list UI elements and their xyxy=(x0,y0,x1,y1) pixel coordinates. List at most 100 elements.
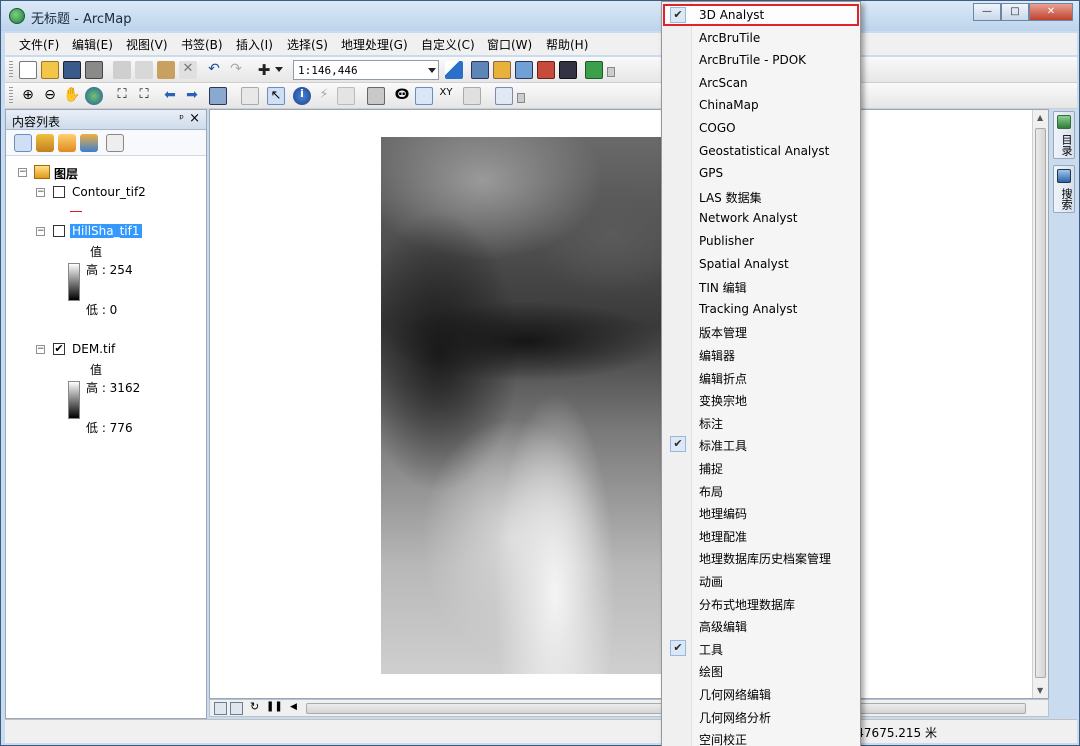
identify-icon[interactable]: i xyxy=(293,87,311,105)
map-display[interactable]: ▲ ▼ xyxy=(209,109,1049,699)
layers-root-label[interactable]: 图层 xyxy=(54,165,78,182)
list-by-selection-icon[interactable] xyxy=(80,134,98,152)
hillshade-color-ramp[interactable] xyxy=(68,263,80,301)
data-view-icon[interactable] xyxy=(214,702,227,715)
delete-icon[interactable]: ✕ xyxy=(179,61,197,79)
list-by-source-icon[interactable] xyxy=(36,134,54,152)
pan-hand-icon[interactable]: ✋ xyxy=(63,87,81,105)
toolbar-options-icon[interactable] xyxy=(517,93,525,103)
pin-icon[interactable]: ᵖ xyxy=(179,112,184,125)
search-dock-tab[interactable]: 搜索 xyxy=(1053,165,1075,213)
layout-view-icon[interactable] xyxy=(230,702,243,715)
menu-item-toolbar[interactable]: ✔ 工具 xyxy=(663,637,859,659)
menu-item-toolbar[interactable]: 高级编辑 xyxy=(663,614,859,636)
menu-item-toolbar[interactable]: 绘图 xyxy=(663,659,859,681)
list-by-visibility-icon[interactable] xyxy=(58,134,76,152)
menu-item-toolbar[interactable]: TIN 编辑 xyxy=(663,275,859,297)
find-binoculars-icon[interactable]: Ꙫ xyxy=(393,87,411,105)
layer-name-contour[interactable]: Contour_tif2 xyxy=(72,185,146,199)
menu-file[interactable]: 文件(F) xyxy=(19,36,59,53)
dem-color-ramp[interactable] xyxy=(68,381,80,419)
dem-raster-image[interactable] xyxy=(381,137,671,674)
toolbar-grip[interactable] xyxy=(9,87,13,105)
toolbar-grip[interactable] xyxy=(9,61,13,79)
fixed-zoom-in-icon[interactable]: ⛶ xyxy=(113,87,131,105)
layer-name-hillshade[interactable]: HillSha_tif1 xyxy=(70,224,142,238)
menu-item-toolbar[interactable]: 空间校正 xyxy=(663,727,859,746)
map-vertical-scrollbar[interactable]: ▲ ▼ xyxy=(1032,110,1048,698)
contour-line-symbol[interactable] xyxy=(70,211,82,212)
vertical-scroll-thumb[interactable] xyxy=(1035,128,1046,678)
menu-item-toolbar[interactable]: ✔ 3D Analyst xyxy=(663,4,859,26)
scroll-down-icon[interactable]: ▼ xyxy=(1037,686,1043,695)
search-window-icon[interactable] xyxy=(515,61,533,79)
menu-item-toolbar[interactable]: Geostatistical Analyst xyxy=(663,140,859,162)
add-data-icon[interactable]: ✚ xyxy=(255,61,273,79)
menu-item-toolbar[interactable]: 动画 xyxy=(663,569,859,591)
menu-geoprocessing[interactable]: 地理处理(G) xyxy=(341,36,408,53)
add-data-dropdown-icon[interactable] xyxy=(275,67,283,72)
menu-item-toolbar[interactable]: GPS xyxy=(663,162,859,184)
zoom-out-icon[interactable]: ⊖ xyxy=(41,87,59,105)
menu-customize[interactable]: 自定义(C) xyxy=(421,36,475,53)
menu-help[interactable]: 帮助(H) xyxy=(546,36,588,53)
print-icon[interactable] xyxy=(85,61,103,79)
collapse-hillshade-toggle[interactable]: − xyxy=(36,227,45,236)
menu-item-toolbar[interactable]: 变换宗地 xyxy=(663,388,859,410)
collapse-layers-toggle[interactable]: − xyxy=(18,168,27,177)
catalog-dock-tab[interactable]: 目录 xyxy=(1053,111,1075,159)
menu-item-toolbar[interactable]: Tracking Analyst xyxy=(663,298,859,320)
catalog-icon[interactable] xyxy=(493,61,511,79)
menu-item-toolbar[interactable]: 布局 xyxy=(663,479,859,501)
open-folder-icon[interactable] xyxy=(41,61,59,79)
python-window-icon[interactable] xyxy=(559,61,577,79)
collapse-contour-toggle[interactable]: − xyxy=(36,188,45,197)
go-to-xy-icon[interactable]: XY xyxy=(437,87,455,105)
menu-selection[interactable]: 选择(S) xyxy=(287,36,328,53)
menu-edit[interactable]: 编辑(E) xyxy=(72,36,113,53)
cut-icon[interactable] xyxy=(113,61,131,79)
save-icon[interactable] xyxy=(63,61,81,79)
find-route-icon[interactable] xyxy=(415,87,433,105)
menu-item-toolbar[interactable]: Network Analyst xyxy=(663,207,859,229)
measure-icon[interactable] xyxy=(367,87,385,105)
menu-item-toolbar[interactable]: 地理数据库历史档案管理 xyxy=(663,546,859,568)
toc-options-icon[interactable] xyxy=(106,134,124,152)
menu-item-toolbar[interactable]: ChinaMap xyxy=(663,94,859,116)
hillshade-visibility-checkbox[interactable] xyxy=(53,225,65,237)
menu-item-toolbar[interactable]: 几何网络编辑 xyxy=(663,682,859,704)
fixed-zoom-out-icon[interactable]: ⛶ xyxy=(135,87,153,105)
select-features-icon[interactable] xyxy=(209,87,227,105)
chevron-down-icon[interactable] xyxy=(428,68,436,73)
menu-bookmarks[interactable]: 书签(B) xyxy=(181,36,223,53)
menu-item-toolbar[interactable]: 编辑折点 xyxy=(663,366,859,388)
menu-insert[interactable]: 插入(I) xyxy=(236,36,273,53)
editor-toolbar-icon[interactable] xyxy=(445,61,463,79)
paste-icon[interactable] xyxy=(157,61,175,79)
full-extent-globe-icon[interactable] xyxy=(85,87,103,105)
scroll-up-icon[interactable]: ▲ xyxy=(1037,113,1043,122)
contour-visibility-checkbox[interactable] xyxy=(53,186,65,198)
menu-item-toolbar[interactable]: 编辑器 xyxy=(663,343,859,365)
dem-visibility-checkbox[interactable]: ✔ xyxy=(53,343,65,355)
menu-item-toolbar[interactable]: COGO xyxy=(663,117,859,139)
pause-drawing-icon[interactable]: ❚❚ xyxy=(266,701,283,712)
html-popup-icon[interactable] xyxy=(337,87,355,105)
menu-view[interactable]: 视图(V) xyxy=(126,36,168,53)
undo-icon[interactable]: ↶ xyxy=(205,61,223,79)
menu-item-toolbar[interactable]: ArcBruTile xyxy=(663,27,859,49)
table-of-contents-icon[interactable] xyxy=(471,61,489,79)
model-builder-icon[interactable] xyxy=(585,61,603,79)
layer-name-dem[interactable]: DEM.tif xyxy=(72,342,115,356)
close-icon[interactable]: × xyxy=(189,111,200,126)
menu-item-toolbar[interactable]: ✔ 标准工具 xyxy=(663,433,859,455)
menu-item-toolbar[interactable]: ArcScan xyxy=(663,72,859,94)
copy-icon[interactable] xyxy=(135,61,153,79)
menu-item-toolbar[interactable]: Publisher xyxy=(663,230,859,252)
clear-selection-icon[interactable] xyxy=(241,87,259,105)
time-slider-icon[interactable] xyxy=(463,87,481,105)
menu-item-toolbar[interactable]: 版本管理 xyxy=(663,320,859,342)
hyperlink-icon[interactable]: ⚡ xyxy=(315,87,333,105)
maximize-button[interactable]: □ xyxy=(1001,3,1029,21)
menu-item-toolbar[interactable]: 捕捉 xyxy=(663,456,859,478)
